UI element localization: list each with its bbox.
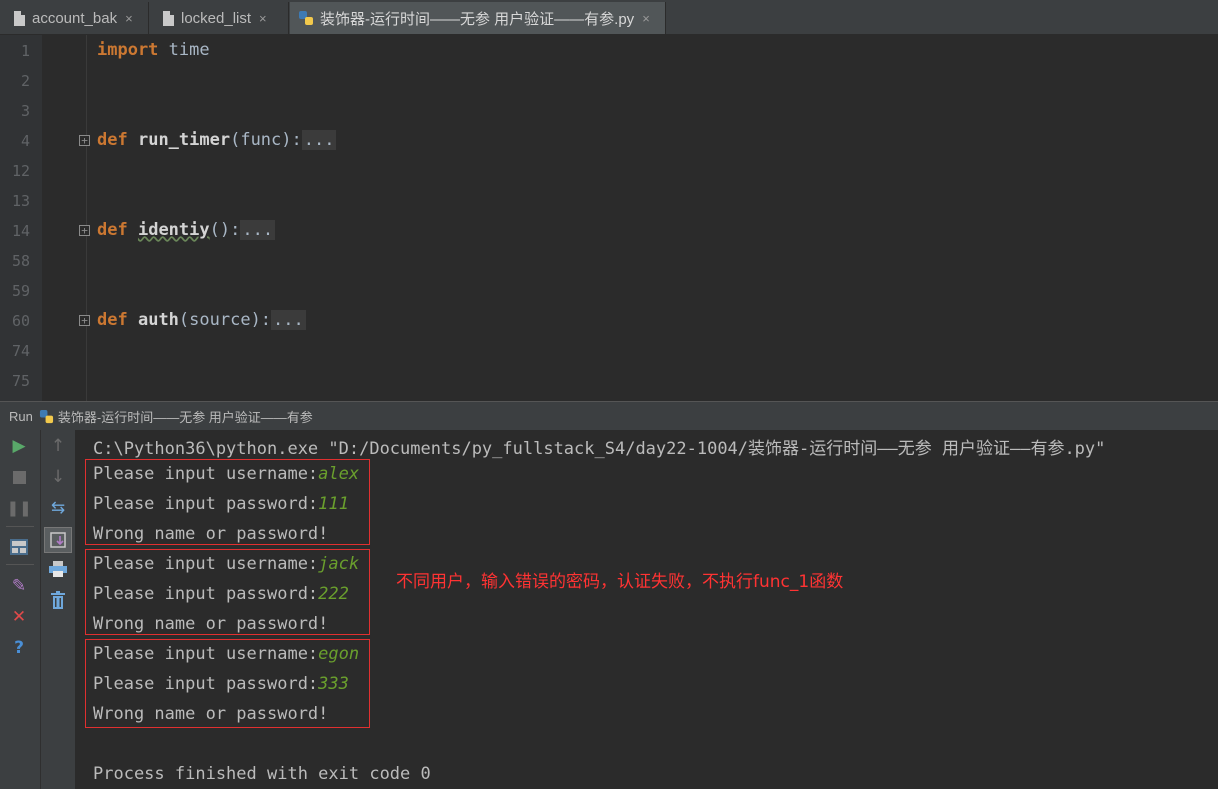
run-icon[interactable]: ▶ [8, 435, 30, 457]
function-name: auth [137, 310, 179, 330]
down-arrow-icon[interactable]: ↓ [47, 466, 69, 488]
line-number-gutter: 1 2 3 4 12 13 14 58 59 60 74 75 [0, 35, 42, 401]
annotation-note: 不同用户，输入错误的密码，认证失败，不执行func_1函数 [396, 572, 844, 592]
close-tab-icon[interactable]: × [642, 11, 650, 26]
line-number: 75 [11, 372, 30, 390]
tab-decorator-script[interactable]: 装饰器-运行时间——无参 用户验证——有参.py × [290, 2, 666, 34]
module-name: time [158, 40, 210, 60]
trash-icon[interactable] [47, 589, 69, 611]
code-editor[interactable]: 1 2 3 4 12 13 14 58 59 60 74 75 import t… [0, 35, 1218, 401]
run-toolwindow-header: Run 装饰器-运行时间——无参 用户验证——有参 [0, 401, 1218, 430]
code-line-auth: def auth(source):... [97, 310, 306, 330]
close-tab-icon[interactable]: × [259, 11, 267, 26]
editor-tab-bar: account_bak × locked_list × 装饰器-运行时间——无参… [0, 0, 1218, 35]
folded-region[interactable]: ... [271, 310, 306, 330]
print-icon[interactable] [47, 558, 69, 580]
run-label: Run [9, 408, 33, 424]
folded-region[interactable]: ... [240, 220, 276, 240]
soft-wrap-icon[interactable]: ⇆ [47, 497, 69, 519]
python-file-icon [299, 11, 313, 25]
keyword-def: def [97, 220, 128, 240]
line-number: 13 [11, 192, 30, 210]
tab-label: account_bak [32, 9, 118, 27]
console-exit-line: Process finished with exit code 0 [93, 764, 431, 784]
tab-label: locked_list [181, 9, 252, 27]
code-line-run-timer: def run_timer(func):... [97, 130, 337, 150]
line-number: 1 [20, 42, 30, 60]
pin-icon[interactable]: ✎ [8, 575, 30, 597]
close-icon[interactable]: ✕ [8, 606, 30, 628]
expand-fold-icon[interactable]: + [79, 315, 90, 326]
line-number: 12 [11, 162, 30, 180]
line-number: 2 [20, 72, 30, 90]
scroll-to-end-icon[interactable] [44, 527, 72, 553]
code-line-identiy: def identiy():... [97, 220, 276, 240]
run-controls-toolbar: ▶ ❚❚ ✎ ✕ ? [0, 430, 41, 789]
stop-icon[interactable] [8, 466, 30, 488]
expand-fold-icon[interactable]: + [79, 135, 90, 146]
line-number: 60 [11, 312, 30, 330]
line-number: 3 [20, 102, 30, 120]
layout-icon[interactable] [8, 536, 30, 558]
highlight-box-attempt-2 [85, 549, 370, 635]
tab-label: 装饰器-运行时间——无参 用户验证——有参.py [320, 10, 635, 28]
up-arrow-icon[interactable]: ↑ [47, 435, 69, 457]
keyword-import: import [97, 40, 159, 60]
help-icon[interactable]: ? [8, 637, 30, 659]
keyword-def: def [97, 310, 128, 330]
run-config-name[interactable]: 装饰器-运行时间——无参 用户验证——有参 [58, 407, 313, 426]
tab-locked-list[interactable]: locked_list × [155, 2, 289, 34]
folded-region[interactable]: ... [301, 130, 337, 150]
line-number: 58 [11, 252, 30, 270]
line-number: 4 [20, 132, 30, 150]
tab-account-bak[interactable]: account_bak × [6, 2, 149, 34]
function-args: (func): [230, 130, 302, 150]
close-tab-icon[interactable]: × [125, 11, 133, 26]
file-icon [163, 10, 174, 26]
file-icon [14, 10, 25, 26]
console-actions-toolbar: ↑ ↓ ⇆ [41, 430, 76, 789]
line-number: 74 [11, 342, 30, 360]
function-args: (source): [178, 310, 272, 330]
console-command-line: C:\Python36\python.exe "D:/Documents/py_… [93, 439, 1106, 459]
function-name: identiy [137, 220, 210, 240]
toolbar-divider [6, 526, 34, 527]
toolbar-divider [6, 564, 34, 565]
line-number: 59 [11, 282, 30, 300]
highlight-box-attempt-1 [85, 459, 370, 545]
pause-icon[interactable]: ❚❚ [6, 497, 31, 519]
fold-gutter-divider [86, 35, 87, 401]
code-line-import: import time [97, 40, 210, 60]
expand-fold-icon[interactable]: + [79, 225, 90, 236]
function-args: (): [209, 220, 241, 240]
line-number: 14 [11, 222, 30, 240]
function-name: run_timer [137, 130, 231, 150]
keyword-def: def [97, 130, 128, 150]
python-file-icon [39, 409, 53, 423]
highlight-box-attempt-3 [85, 639, 370, 728]
